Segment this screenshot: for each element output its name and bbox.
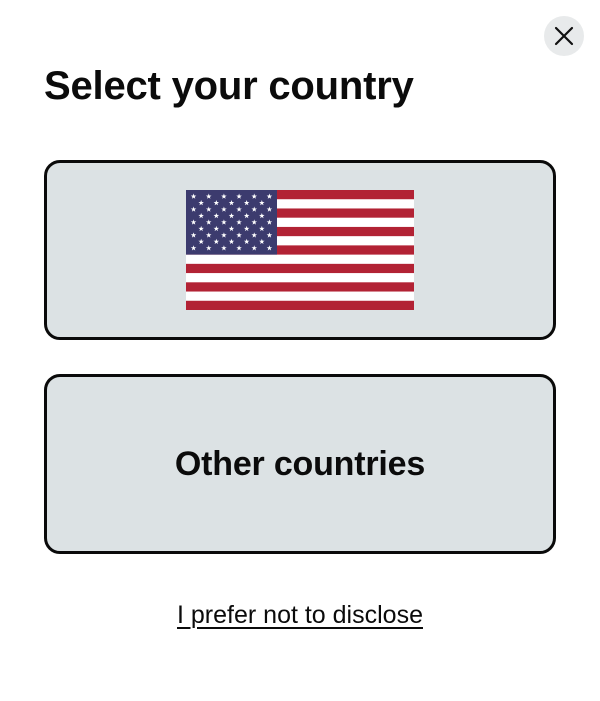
page-title: Select your country <box>44 64 414 108</box>
other-countries-label: Other countries <box>174 444 426 483</box>
us-flag-icon <box>186 190 414 310</box>
country-option-us[interactable] <box>44 160 556 340</box>
close-button[interactable] <box>544 16 584 56</box>
close-icon <box>554 26 574 46</box>
prefer-not-to-disclose-link[interactable]: I prefer not to disclose <box>0 599 600 631</box>
country-option-other[interactable]: Other countries <box>44 374 556 554</box>
